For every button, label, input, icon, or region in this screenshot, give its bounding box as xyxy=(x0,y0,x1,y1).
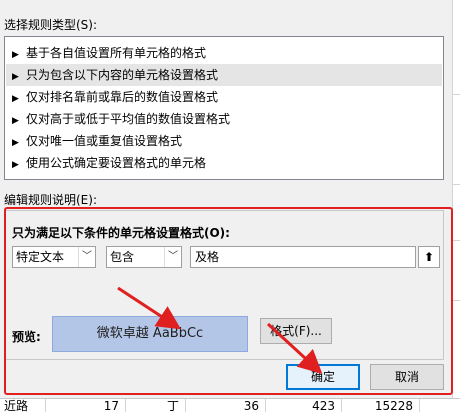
rule-type-item[interactable]: ▶ 使用公式确定要设置格式的单元格 xyxy=(6,152,442,174)
spreadsheet-background-row: 近路 17 丁 36 423 15228 xyxy=(0,398,460,412)
triangle-right-icon: ▶ xyxy=(12,72,19,82)
format-preview: 微软卓越 AaBbCc xyxy=(52,316,248,352)
triangle-right-icon: ▶ xyxy=(12,160,19,170)
cancel-button[interactable]: 取消 xyxy=(370,364,444,390)
select-rule-type-label: 选择规则类型(S): xyxy=(4,18,98,32)
chevron-down-icon: ﹀ xyxy=(164,247,181,267)
condition-text-input[interactable]: 及格 xyxy=(190,246,416,268)
sheet-cell: 近路 xyxy=(0,399,46,412)
rule-type-list[interactable]: ▶ 基于各自值设置所有单元格的格式 ▶ 只为包含以下内容的单元格设置格式 ▶ 仅对排名… xyxy=(4,36,444,180)
triangle-right-icon: ▶ xyxy=(12,116,19,126)
range-select-icon[interactable]: ⬆ xyxy=(418,246,440,268)
rule-type-item-selected[interactable]: ▶ 只为包含以下内容的单元格设置格式 xyxy=(6,64,442,86)
sheet-cell: 36 xyxy=(186,399,266,412)
chevron-down-icon: ﹀ xyxy=(78,247,95,267)
conditional-format-dialog: 选择规则类型(S): ▶ 基于各自值设置所有单元格的格式 ▶ 只为包含以下内容的单元… xyxy=(0,0,452,398)
rule-type-item[interactable]: ▶ 仅对排名靠前或靠后的数值设置格式 xyxy=(6,86,442,108)
sheet-cell: 15228 xyxy=(342,399,420,412)
sheet-cell: 丁 xyxy=(126,399,186,412)
sheet-cell: 17 xyxy=(46,399,126,412)
rule-type-item[interactable]: ▶ 基于各自值设置所有单元格的格式 xyxy=(6,42,442,64)
condition-operator-select[interactable]: 包含 ﹀ xyxy=(106,246,182,268)
condition-type-select[interactable]: 特定文本 ﹀ xyxy=(12,246,96,268)
ok-button[interactable]: 确定 xyxy=(286,364,360,390)
spreadsheet-background-right xyxy=(452,0,460,412)
rule-type-item[interactable]: ▶ 仅对唯一值或重复值设置格式 xyxy=(6,130,442,152)
rule-type-item[interactable]: ▶ 仅对高于或低于平均值的数值设置格式 xyxy=(6,108,442,130)
condition-header: 只为满足以下条件的单元格设置格式(O): xyxy=(12,226,230,240)
preview-label: 预览: xyxy=(12,330,41,344)
edit-rule-label: 编辑规则说明(E): xyxy=(4,193,97,207)
format-button[interactable]: 格式(F)... xyxy=(260,318,332,344)
sheet-cell: 423 xyxy=(266,399,342,412)
triangle-right-icon: ▶ xyxy=(12,138,19,148)
triangle-right-icon: ▶ xyxy=(12,50,19,60)
triangle-right-icon: ▶ xyxy=(12,94,19,104)
